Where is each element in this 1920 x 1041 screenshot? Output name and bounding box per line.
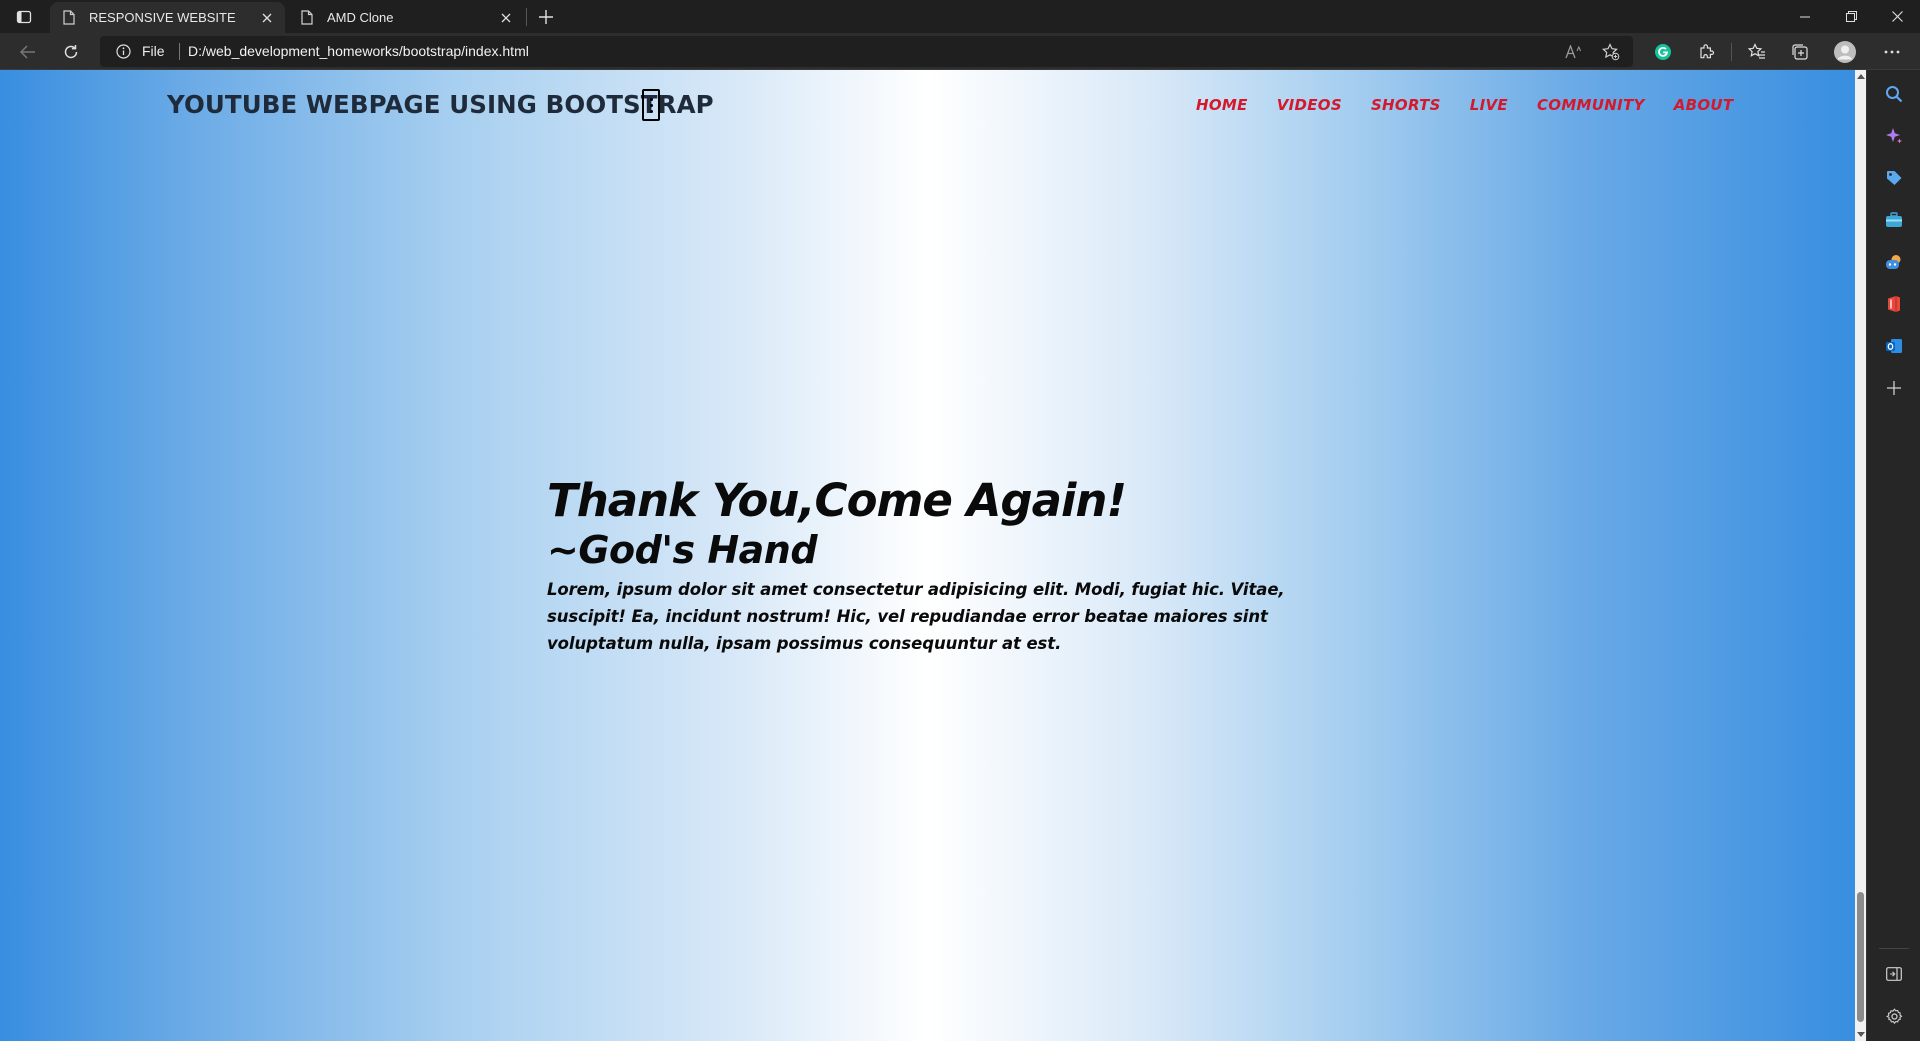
- hero-title: Thank You,Come Again!: [547, 474, 1127, 527]
- outlook-icon[interactable]: [1882, 334, 1906, 358]
- games-icon[interactable]: [1882, 250, 1906, 274]
- navbar-brand[interactable]: YOUTUBE WEBPAGE USING BOOTSTRAP: [167, 90, 714, 119]
- copilot-sparkle-icon[interactable]: [1882, 124, 1906, 148]
- new-tab-button[interactable]: [532, 3, 560, 31]
- minimize-icon[interactable]: [1782, 0, 1828, 33]
- address-bar[interactable]: File D:/web_development_homeworks/bootst…: [100, 36, 1633, 67]
- toolbar-divider: [1731, 43, 1732, 61]
- back-arrow-icon[interactable]: [13, 37, 43, 67]
- profile-avatar-icon[interactable]: [1833, 40, 1857, 64]
- hero-subtitle: ~God's Hand: [547, 527, 818, 572]
- edge-sidebar: [1866, 70, 1920, 1041]
- page-scrollbar[interactable]: [1855, 70, 1866, 1041]
- address-divider: [179, 43, 180, 60]
- nav-link-about[interactable]: ABOUT: [1674, 96, 1734, 114]
- close-icon[interactable]: [253, 4, 281, 32]
- nav-link-live[interactable]: LIVE: [1470, 96, 1508, 114]
- add-favorite-icon[interactable]: [1600, 42, 1622, 62]
- browser-toolbar: File D:/web_development_homeworks/bootst…: [0, 33, 1920, 70]
- hero-section: Thank You,Come Again! ~God's Hand Lorem,…: [547, 476, 1307, 657]
- nav-link-community[interactable]: COMMUNITY: [1537, 96, 1645, 114]
- tab-amd-clone[interactable]: AMD Clone: [288, 2, 524, 33]
- page-viewport: YOUTUBE WEBPAGE USING BOOTSTRAP HOME VID…: [0, 70, 1855, 1041]
- nav-link-shorts[interactable]: SHORTS: [1371, 96, 1441, 114]
- scrollbar-thumb[interactable]: [1857, 892, 1864, 1022]
- add-sidebar-app-icon[interactable]: [1882, 376, 1906, 400]
- search-icon[interactable]: [1882, 82, 1906, 106]
- window-controls: [1782, 0, 1920, 33]
- dot: [649, 103, 653, 107]
- nav-link-videos[interactable]: VIDEOS: [1277, 96, 1342, 114]
- tab-divider: [526, 8, 527, 26]
- dot: [649, 97, 653, 101]
- tab-actions-menu-icon[interactable]: [11, 6, 37, 28]
- restore-icon[interactable]: [1828, 0, 1874, 33]
- close-icon[interactable]: [492, 4, 520, 32]
- shopping-tag-icon[interactable]: [1882, 166, 1906, 190]
- page-file-icon: [301, 10, 315, 25]
- settings-gear-icon[interactable]: [1882, 1004, 1906, 1028]
- close-window-icon[interactable]: [1874, 0, 1920, 33]
- url-text[interactable]: D:/web_development_homeworks/bootstrap/i…: [188, 43, 529, 59]
- grammarly-icon[interactable]: [1651, 40, 1675, 64]
- dot: [649, 109, 653, 113]
- nav-link-home[interactable]: HOME: [1196, 96, 1248, 114]
- office-icon[interactable]: [1882, 292, 1906, 316]
- main-nav: HOME VIDEOS SHORTS LIVE COMMUNITY ABOUT: [1196, 96, 1733, 114]
- sidebar-divider: [1879, 948, 1909, 949]
- refresh-icon[interactable]: [56, 37, 86, 67]
- collections-icon[interactable]: [1788, 40, 1812, 64]
- navbar-toggler-button[interactable]: [642, 89, 660, 121]
- scroll-down-icon[interactable]: [1857, 1032, 1865, 1037]
- site-scheme-label: File: [142, 43, 165, 59]
- extensions-icon[interactable]: [1695, 40, 1719, 64]
- tools-briefcase-icon[interactable]: [1882, 208, 1906, 232]
- tab-responsive-website[interactable]: RESPONSIVE WEBSITE: [50, 2, 285, 33]
- page-file-icon: [63, 10, 77, 25]
- more-options-icon[interactable]: [1880, 40, 1904, 64]
- read-aloud-icon[interactable]: [1563, 42, 1585, 62]
- hide-sidebar-icon[interactable]: [1882, 962, 1906, 986]
- tab-strip: RESPONSIVE WEBSITE AMD Clone: [0, 0, 1920, 33]
- info-icon[interactable]: [116, 44, 131, 64]
- favorites-icon[interactable]: [1745, 40, 1769, 64]
- hero-paragraph: Lorem, ipsum dolor sit amet consectetur …: [547, 580, 1285, 654]
- tab-title: RESPONSIVE WEBSITE: [89, 10, 236, 25]
- scroll-up-icon[interactable]: [1857, 74, 1865, 79]
- tab-title: AMD Clone: [327, 10, 394, 25]
